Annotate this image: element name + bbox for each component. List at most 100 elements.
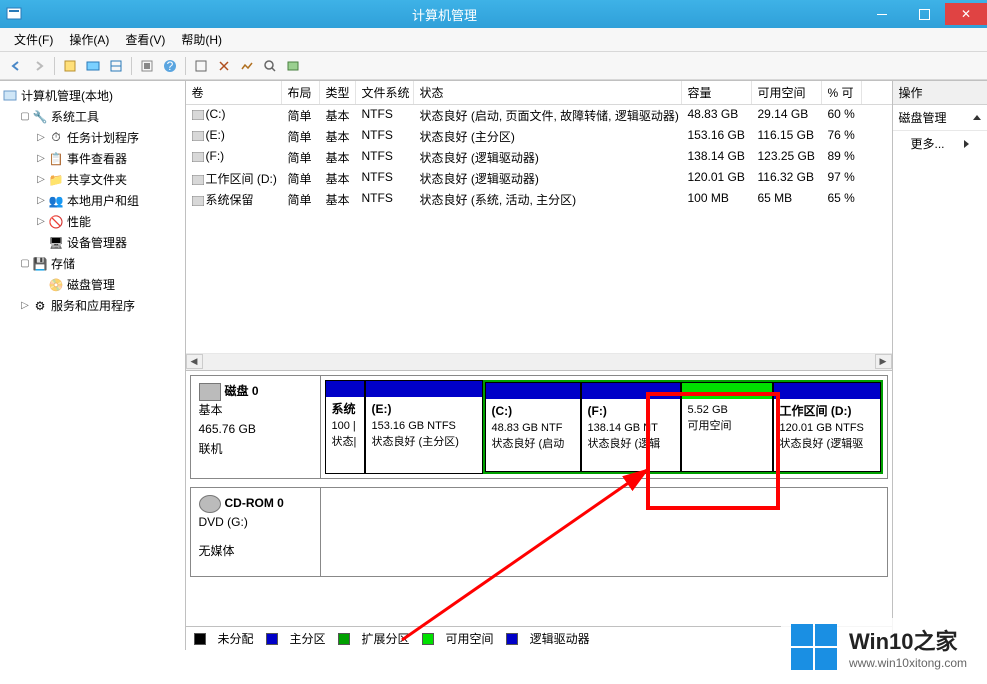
tb-icon6[interactable] (214, 56, 234, 76)
disk-graph-area[interactable]: 磁盘 0 基本 465.76 GB 联机 系统100 |状态|(E:)153.1… (186, 371, 892, 626)
storage-icon: 💾 (32, 256, 48, 272)
extended-partition: (C:)48.83 GB NTF状态良好 (启动(F:)138.14 GB NT… (483, 380, 883, 474)
column-header[interactable]: 状态 (414, 81, 682, 104)
partition[interactable]: 工作区间 (D:)120.01 GB NTFS状态良好 (逻辑驱 (773, 382, 881, 472)
h-scrollbar[interactable]: ◀ ▶ (186, 353, 892, 370)
disk-0-row[interactable]: 磁盘 0 基本 465.76 GB 联机 系统100 |状态|(E:)153.1… (190, 375, 888, 479)
disk-0-partitions: 系统100 |状态|(E:)153.16 GB NTFS状态良好 (主分区)(C… (321, 376, 887, 478)
partition[interactable]: (F:)138.14 GB NT状态良好 (逻辑 (581, 382, 681, 472)
perf-icon: 🚫 (48, 214, 64, 230)
list-body[interactable]: (C:)简单基本NTFS状态良好 (启动, 页面文件, 故障转储, 逻辑驱动器)… (186, 105, 892, 353)
partition[interactable]: (E:)153.16 GB NTFS状态良好 (主分区) (365, 380, 483, 474)
column-header[interactable]: 可用空间 (752, 81, 822, 104)
win10-logo-icon (791, 624, 837, 670)
legend-label: 未分配 (218, 630, 254, 647)
legend-label: 主分区 (290, 630, 326, 647)
minimize-button[interactable] (861, 3, 903, 25)
table-row[interactable]: (F:)简单基本NTFS状态良好 (逻辑驱动器)138.14 GB123.25 … (186, 147, 892, 168)
titlebar: 计算机管理 (0, 0, 987, 28)
menu-view[interactable]: 查看(V) (117, 29, 173, 50)
tree-disk-management[interactable]: 📀磁盘管理 (34, 274, 183, 295)
services-icon: ⚙ (32, 298, 48, 314)
forward-button[interactable] (29, 56, 49, 76)
tb-icon1[interactable] (60, 56, 80, 76)
collapse-icon (973, 115, 981, 120)
table-row[interactable]: (C:)简单基本NTFS状态良好 (启动, 页面文件, 故障转储, 逻辑驱动器)… (186, 105, 892, 126)
legend-swatch (422, 633, 434, 645)
legend-label: 逻辑驱动器 (530, 630, 590, 647)
menu-help[interactable]: 帮助(H) (173, 29, 230, 50)
tree-event-viewer[interactable]: ▷📋事件查看器 (34, 148, 183, 169)
actions-more[interactable]: 更多... (893, 131, 987, 156)
volume-icon (192, 149, 206, 163)
legend-swatch (194, 633, 206, 645)
tb-icon3[interactable] (106, 56, 126, 76)
actions-section[interactable]: 磁盘管理 (893, 105, 987, 131)
scroll-left-button[interactable]: ◀ (186, 354, 203, 369)
back-button[interactable] (6, 56, 26, 76)
watermark: Win10之家 www.win10xitong.com (781, 618, 977, 676)
tb-icon2[interactable] (83, 56, 103, 76)
tb-icon7[interactable] (237, 56, 257, 76)
list-header[interactable]: 卷布局类型文件系统状态容量可用空间% 可 (186, 81, 892, 105)
partition[interactable]: 系统100 |状态| (325, 380, 365, 474)
legend-swatch (506, 633, 518, 645)
column-header[interactable]: 卷 (186, 81, 282, 104)
menu-file[interactable]: 文件(F) (6, 29, 61, 50)
tree-device-manager[interactable]: 🖥设备管理器 (34, 232, 183, 253)
table-row[interactable]: 系统保留简单基本NTFS状态良好 (系统, 活动, 主分区)100 MB65 M… (186, 189, 892, 210)
disk-drive-icon (199, 383, 221, 401)
clock-icon: ⏱ (48, 130, 64, 146)
tree-root[interactable]: 计算机管理(本地) (2, 85, 183, 106)
tree-local-users[interactable]: ▷👥本地用户和组 (34, 190, 183, 211)
tree-task-scheduler[interactable]: ▷⏱任务计划程序 (34, 127, 183, 148)
device-icon: 🖥 (48, 235, 64, 251)
table-row[interactable]: (E:)简单基本NTFS状态良好 (主分区)153.16 GB116.15 GB… (186, 126, 892, 147)
tree-storage[interactable]: ▢💾存储 (18, 253, 183, 274)
tb-search-icon[interactable] (260, 56, 280, 76)
app-icon (6, 6, 22, 22)
actions-header: 操作 (893, 81, 987, 105)
tree-services[interactable]: ▷⚙服务和应用程序 (18, 295, 183, 316)
tb-icon5[interactable] (191, 56, 211, 76)
tree-systools[interactable]: ▢🔧系统工具 (18, 106, 183, 127)
partition[interactable]: 5.52 GB可用空间 (681, 382, 773, 472)
legend-swatch (338, 633, 350, 645)
tb-icon8[interactable] (283, 56, 303, 76)
tree-performance[interactable]: ▷🚫性能 (34, 211, 183, 232)
menu-bar: 文件(F) 操作(A) 查看(V) 帮助(H) (0, 28, 987, 52)
cdrom-drive-icon (199, 495, 221, 513)
partition[interactable]: (C:)48.83 GB NTF状态良好 (启动 (485, 382, 581, 472)
close-button[interactable] (945, 3, 987, 25)
legend-label: 可用空间 (446, 630, 494, 647)
chevron-right-icon (964, 140, 969, 148)
column-header[interactable]: % 可 (822, 81, 862, 104)
column-header[interactable]: 类型 (320, 81, 356, 104)
legend-label: 扩展分区 (362, 630, 410, 647)
tb-icon4[interactable] (137, 56, 157, 76)
nav-tree[interactable]: 计算机管理(本地) ▢🔧系统工具 ▷⏱任务计划程序 ▷📋事件查看器 ▷📁共享文件… (0, 81, 186, 650)
table-row[interactable]: 工作区间 (D:)简单基本NTFS状态良好 (逻辑驱动器)120.01 GB11… (186, 168, 892, 189)
column-header[interactable]: 文件系统 (356, 81, 414, 104)
maximize-button[interactable] (903, 3, 945, 25)
tree-shared-folders[interactable]: ▷📁共享文件夹 (34, 169, 183, 190)
cdrom-info: CD-ROM 0 DVD (G:) 无媒体 (191, 488, 321, 576)
volume-icon (192, 172, 206, 186)
cdrom-partitions (321, 488, 887, 576)
menu-action[interactable]: 操作(A) (61, 29, 117, 50)
folder-share-icon: 📁 (48, 172, 64, 188)
window-title: 计算机管理 (28, 5, 861, 24)
computer-icon (2, 88, 18, 104)
column-header[interactable]: 布局 (282, 81, 320, 104)
legend-swatch (266, 633, 278, 645)
tb-help-icon[interactable]: ? (160, 56, 180, 76)
disk-icon: 📀 (48, 277, 64, 293)
volume-icon (192, 107, 206, 121)
cdrom-row[interactable]: CD-ROM 0 DVD (G:) 无媒体 (190, 487, 888, 577)
scroll-right-button[interactable]: ▶ (875, 354, 892, 369)
svg-text:?: ? (167, 59, 174, 73)
volume-list[interactable]: 卷布局类型文件系统状态容量可用空间% 可 (C:)简单基本NTFS状态良好 (启… (186, 81, 892, 371)
users-icon: 👥 (48, 193, 64, 209)
volume-icon (192, 193, 206, 207)
column-header[interactable]: 容量 (682, 81, 752, 104)
